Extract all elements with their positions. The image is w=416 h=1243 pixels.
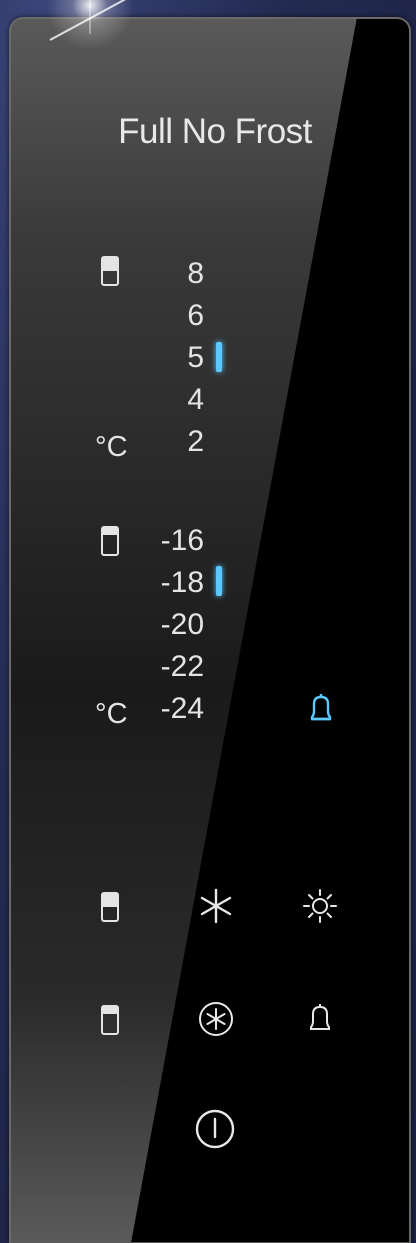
freezer-level-22[interactable]: -22 bbox=[114, 650, 204, 684]
freezer-level-20[interactable]: -20 bbox=[114, 608, 204, 642]
freezer-unit-label: °C bbox=[95, 698, 128, 730]
fridge-level-5[interactable]: 5 bbox=[114, 341, 204, 375]
freezer-level-16[interactable]: -16 bbox=[114, 524, 204, 558]
fridge-level-4[interactable]: 4 bbox=[114, 383, 204, 417]
freezer-selected-indicator bbox=[216, 566, 222, 596]
control-panel bbox=[9, 17, 411, 1243]
alarm-active-bell-icon bbox=[310, 694, 332, 721]
glass-reflection bbox=[9, 17, 357, 1243]
power-icon[interactable] bbox=[193, 1107, 237, 1151]
brand-label: Full No Frost bbox=[118, 112, 312, 151]
super-cool-snowflake-icon[interactable] bbox=[194, 884, 238, 928]
fridge-level-8[interactable]: 8 bbox=[114, 257, 204, 291]
fridge-level-6[interactable]: 6 bbox=[114, 299, 204, 333]
fridge-selected-indicator bbox=[216, 342, 222, 372]
fridge-select-button-icon[interactable] bbox=[101, 892, 119, 922]
alarm-bell-icon[interactable] bbox=[298, 997, 342, 1041]
freezer-level-18[interactable]: -18 bbox=[114, 566, 204, 600]
fridge-unit-label: °C bbox=[95, 431, 128, 463]
freezer-select-button-icon[interactable] bbox=[101, 1005, 119, 1035]
light-sun-icon[interactable] bbox=[298, 884, 342, 928]
super-freeze-snowflake-circle-icon[interactable] bbox=[194, 997, 238, 1041]
